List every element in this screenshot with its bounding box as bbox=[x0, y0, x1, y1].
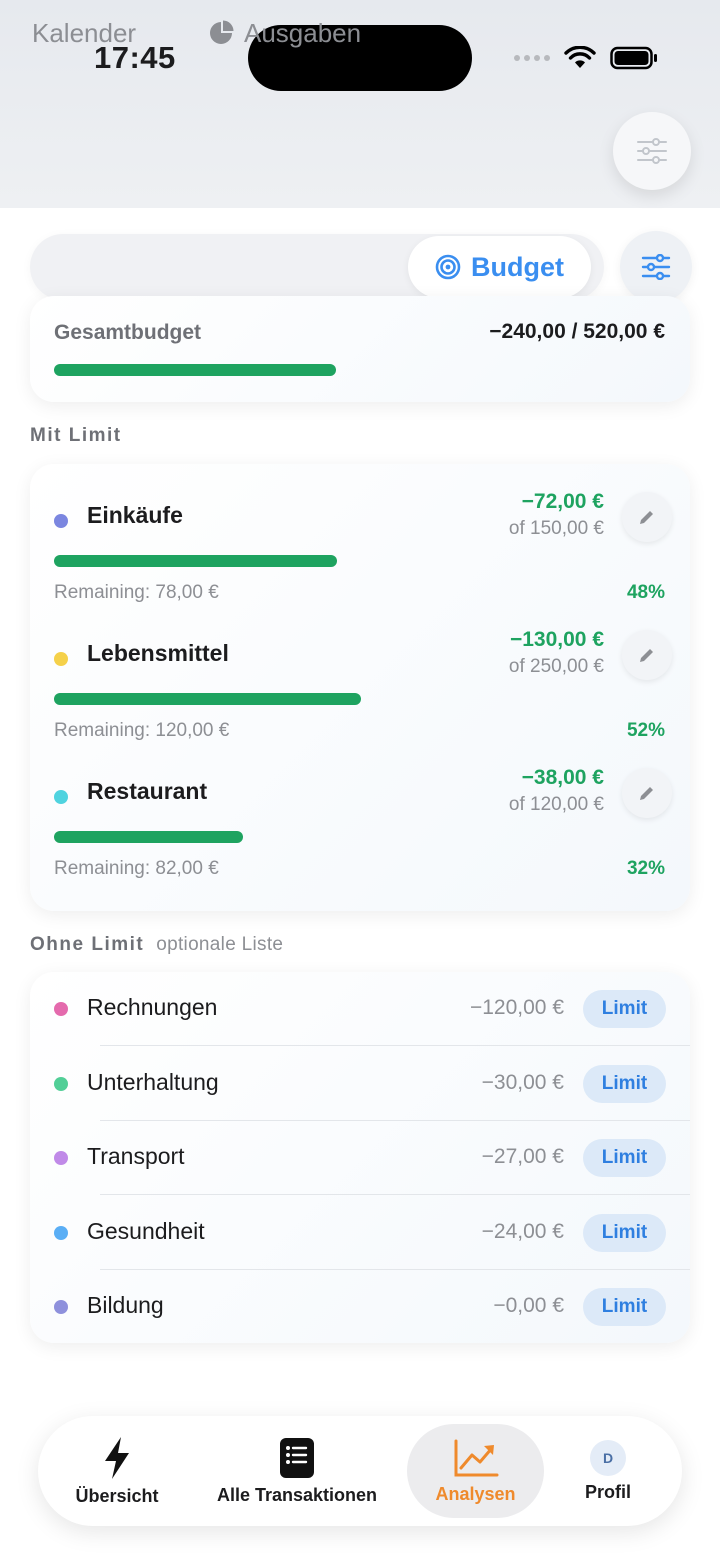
list-item: Bildung −0,00 € Limit bbox=[30, 1270, 690, 1344]
section-without-limit: Ohne Limit optionale Liste bbox=[30, 934, 283, 956]
list-item: Gesundheit −24,00 € Limit bbox=[30, 1196, 690, 1270]
category-dot bbox=[54, 652, 68, 666]
wifi-icon bbox=[564, 46, 596, 68]
total-budget-progress bbox=[54, 364, 336, 376]
category-amount: −0,00 € bbox=[493, 1294, 564, 1318]
category-dot bbox=[54, 790, 68, 804]
set-limit-button[interactable]: Limit bbox=[583, 1288, 666, 1327]
category-name: Bildung bbox=[87, 1292, 164, 1319]
tab-profile-label: Profil bbox=[584, 1481, 631, 1502]
lightning-icon bbox=[105, 1436, 129, 1479]
total-budget-value: −240,00 / 520,00 € bbox=[489, 320, 665, 343]
category-name: Rechnungen bbox=[87, 994, 218, 1020]
without-limit-card: Rechnungen −120,00 € Limit Unterhaltung … bbox=[30, 972, 690, 1343]
category-dot bbox=[54, 514, 68, 528]
category-limit: of 150,00 € bbox=[508, 518, 604, 539]
list-item: Transport −27,00 € Limit bbox=[30, 1121, 690, 1196]
edit-limit-button[interactable] bbox=[622, 768, 672, 818]
list-item: Rechnungen −120,00 € Limit bbox=[30, 972, 690, 1046]
pencil-icon bbox=[640, 511, 653, 524]
tab-expenses-label: Ausgaben bbox=[244, 17, 362, 48]
list-item: Unterhaltung −30,00 € Limit bbox=[30, 1047, 690, 1121]
category-name: Gesundheit bbox=[87, 1217, 205, 1244]
tab-overview[interactable]: Übersicht bbox=[58, 1416, 176, 1526]
pie-chart-icon bbox=[210, 20, 234, 44]
category-name: Restaurant bbox=[87, 778, 208, 804]
tab-budget-label: Budget bbox=[471, 251, 564, 282]
section-without-limit-title: Ohne Limit bbox=[30, 934, 145, 955]
sliders-icon bbox=[637, 138, 667, 164]
category-amount: −24,00 € bbox=[481, 1219, 564, 1243]
edit-limit-button[interactable] bbox=[622, 630, 672, 680]
set-limit-button[interactable]: Limit bbox=[583, 1139, 666, 1178]
list-icon bbox=[280, 1437, 314, 1478]
tab-transactions[interactable]: Alle Transaktionen bbox=[208, 1416, 386, 1526]
category-name: Lebensmittel bbox=[87, 640, 229, 666]
filter-button-top[interactable] bbox=[613, 112, 691, 190]
total-budget-card: Gesamtbudget −240,00 / 520,00 € bbox=[30, 296, 690, 402]
category-dot bbox=[54, 1300, 68, 1315]
tab-transactions-label: Alle Transaktionen bbox=[216, 1484, 378, 1505]
filter-button[interactable] bbox=[620, 231, 692, 303]
section-with-limit: Mit Limit bbox=[30, 425, 122, 446]
category-percent: 52% bbox=[626, 720, 665, 741]
with-limit-card: Einkäufe −72,00 € of 150,00 € Remaining:… bbox=[30, 464, 690, 911]
tab-expenses[interactable]: Ausgaben bbox=[208, 0, 361, 66]
category-spent: −72,00 € bbox=[521, 490, 604, 513]
section-without-limit-subtitle: optionale Liste bbox=[156, 934, 284, 955]
set-limit-button[interactable]: Limit bbox=[583, 1064, 666, 1103]
set-limit-button[interactable]: Limit bbox=[583, 990, 666, 1028]
tab-analytics[interactable]: Analysen bbox=[407, 1416, 544, 1526]
category-spent: −130,00 € bbox=[509, 628, 604, 651]
category-name: Transport bbox=[87, 1143, 185, 1170]
pencil-icon bbox=[640, 649, 653, 662]
tab-analytics-label: Analysen bbox=[435, 1483, 516, 1504]
tab-calendar[interactable]: Kalender bbox=[32, 0, 136, 66]
tab-overview-label: Übersicht bbox=[75, 1485, 159, 1506]
category-dot bbox=[54, 1002, 68, 1016]
tab-calendar-label: Kalender bbox=[32, 17, 137, 48]
category-dot bbox=[54, 1076, 68, 1091]
tab-profile[interactable]: D Profil bbox=[568, 1416, 648, 1526]
category-dot bbox=[54, 1151, 68, 1166]
category-percent: 48% bbox=[626, 582, 665, 603]
category-remaining: Remaining: 120,00 € bbox=[54, 720, 230, 741]
category-progress bbox=[54, 555, 337, 567]
sliders-icon bbox=[641, 254, 671, 280]
category-limit: of 250,00 € bbox=[508, 656, 604, 677]
category-amount: −120,00 € bbox=[469, 996, 564, 1019]
category-limit: of 120,00 € bbox=[508, 794, 604, 815]
battery-icon bbox=[610, 46, 657, 70]
status-icons bbox=[514, 42, 658, 74]
target-icon bbox=[435, 254, 461, 280]
bottom-tab-bar: Übersicht Alle Transaktionen Analysen D … bbox=[38, 1416, 682, 1526]
chart-trend-icon bbox=[454, 1439, 498, 1476]
set-limit-button[interactable]: Limit bbox=[583, 1213, 666, 1252]
category-dot bbox=[54, 1225, 68, 1240]
category-name: Einkäufe bbox=[87, 502, 183, 528]
signal-icon bbox=[514, 55, 550, 61]
category-spent: −38,00 € bbox=[521, 766, 604, 789]
category-percent: 32% bbox=[626, 858, 665, 879]
avatar: D bbox=[590, 1439, 626, 1476]
category-name: Unterhaltung bbox=[87, 1068, 219, 1095]
category-remaining: Remaining: 78,00 € bbox=[54, 582, 219, 603]
category-remaining: Remaining: 82,00 € bbox=[54, 858, 219, 879]
tab-budget[interactable]: Budget bbox=[408, 236, 591, 298]
category-amount: −27,00 € bbox=[481, 1145, 564, 1169]
total-budget-label: Gesamtbudget bbox=[54, 321, 202, 344]
category-progress bbox=[54, 831, 243, 843]
category-progress bbox=[54, 693, 361, 705]
category-amount: −30,00 € bbox=[481, 1070, 564, 1094]
edit-limit-button[interactable] bbox=[622, 492, 672, 542]
pencil-icon bbox=[640, 787, 653, 800]
